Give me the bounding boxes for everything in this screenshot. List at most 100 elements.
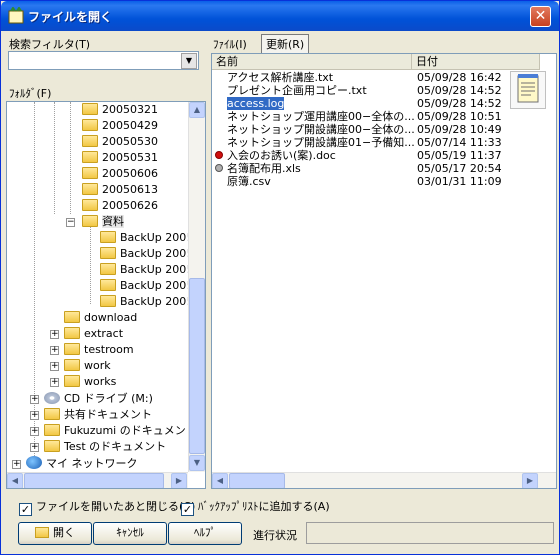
tree-item[interactable]: 20050530 — [82, 134, 158, 150]
gray-dot-icon — [215, 164, 223, 172]
tree-item[interactable]: 20050613 — [82, 182, 158, 198]
expand-icon[interactable]: + — [30, 427, 39, 436]
tree-item[interactable]: 20050321 — [82, 102, 158, 118]
folder-icon — [100, 295, 116, 307]
help-button[interactable]: ﾍﾙﾌﾟ — [168, 522, 242, 545]
expand-icon[interactable]: + — [30, 395, 39, 404]
chevron-down-icon[interactable]: ▼ — [181, 53, 197, 69]
cd-drive-icon — [44, 392, 60, 404]
file-menu[interactable]: ﾌｧｲﾙ(I) — [213, 36, 247, 52]
file-row[interactable]: 名簿配布用.xls 05/05/17 20:54 — [212, 162, 532, 175]
tree-item[interactable]: 共有ドキュメント — [44, 407, 152, 423]
file-row[interactable]: アクセス解析講座.txt 05/09/28 16:42 — [212, 71, 532, 84]
tree-item[interactable]: extract — [64, 326, 123, 342]
tree-item[interactable]: BackUp 200! — [100, 278, 191, 294]
notepad-icon — [510, 71, 546, 109]
tree-item[interactable]: 20050606 — [82, 166, 158, 182]
folder-icon — [82, 135, 98, 147]
expand-icon[interactable]: + — [30, 443, 39, 452]
tree-item[interactable]: CD ドライブ (M:) — [44, 391, 153, 407]
folder-icon — [64, 375, 80, 387]
expand-icon[interactable]: + — [50, 378, 59, 387]
file-list-horizontal-scrollbar[interactable]: ◀ ▶ — [212, 472, 556, 488]
tree-item[interactable]: testroom — [64, 342, 134, 358]
add-backup-checkbox[interactable]: ✓ — [181, 503, 194, 516]
tree-item[interactable]: works — [64, 374, 116, 390]
column-header-date[interactable]: 日付 — [412, 54, 540, 70]
close-button[interactable]: ✕ — [530, 6, 551, 27]
add-backup-option[interactable]: ✓ ﾊﾞｯｸｱｯﾌﾟﾘｽﾄに追加する(A) — [181, 498, 330, 516]
folder-icon — [82, 119, 98, 131]
tree-item[interactable]: BackUp 200! — [100, 246, 191, 262]
app-icon — [8, 7, 24, 24]
title-bar[interactable]: ファイルを開く ✕ — [1, 1, 559, 31]
collapse-icon[interactable]: − — [66, 218, 75, 227]
expand-icon[interactable]: + — [50, 362, 59, 371]
progress-bar — [306, 522, 554, 544]
folder-icon — [82, 183, 98, 195]
red-dot-icon — [215, 151, 223, 159]
expand-icon[interactable]: + — [30, 411, 39, 420]
tree-vertical-scrollbar[interactable]: ▲ ▼ — [188, 102, 205, 472]
tree-item[interactable]: マイ ネットワーク — [26, 456, 138, 472]
folder-icon — [82, 151, 98, 163]
tree-item[interactable]: Fukuzumi のドキュメント — [44, 423, 197, 439]
file-row[interactable]: 原簿.csv 03/01/31 11:09 — [212, 175, 532, 188]
folder-icon — [82, 103, 98, 115]
tree-line — [90, 224, 91, 304]
search-filter-combo[interactable]: ▼ — [8, 51, 199, 70]
file-list[interactable]: 名前 日付 アクセス解析講座.txt 05/09/28 16:42 プレゼント企画… — [211, 53, 557, 489]
file-row[interactable]: プレゼント企画用コピー.txt 05/09/28 14:52 — [212, 84, 532, 97]
tree-line — [54, 102, 55, 214]
tree-item[interactable]: BackUp 200! — [100, 262, 191, 278]
folder-icon — [100, 263, 116, 275]
folder-tree[interactable]: 20050321 20050429 20050530 20050531 2005… — [6, 101, 206, 489]
tree-item[interactable]: 20050531 — [82, 150, 158, 166]
scroll-thumb[interactable] — [24, 473, 164, 488]
file-row[interactable]: 入会のお誘い(案).doc 05/05/19 11:37 — [212, 149, 532, 162]
open-button[interactable]: 開く — [18, 522, 92, 545]
file-row[interactable]: ネットショップ開設講座01−予備知... 05/07/14 11:33 — [212, 136, 532, 149]
expand-icon[interactable]: + — [50, 346, 59, 355]
tree-horizontal-scrollbar[interactable]: ◀ ▶ — [7, 472, 188, 488]
open-folder-icon — [35, 527, 49, 538]
close-after-open-checkbox[interactable]: ✓ — [19, 503, 32, 516]
cancel-button[interactable]: ｷｬﾝｾﾙ — [93, 522, 167, 545]
folder-icon — [64, 359, 80, 371]
file-row-selected[interactable]: access.log 05/09/28 14:52 — [212, 97, 532, 110]
file-row[interactable]: ネットショップ開設講座00−全体の... 05/09/28 10:49 — [212, 123, 532, 136]
scroll-thumb[interactable] — [229, 473, 285, 488]
tree-item[interactable]: work — [64, 358, 111, 374]
search-filter-label: 検索フィルタ(T) — [9, 38, 91, 51]
close-after-open-option[interactable]: ✓ ファイルを開いたあと閉じる(C) — [19, 498, 195, 516]
scroll-left-icon[interactable]: ◀ — [7, 473, 23, 488]
tree-item[interactable]: 20050626 — [82, 198, 158, 214]
tree-item[interactable]: 20050429 — [82, 118, 158, 134]
expand-icon[interactable]: + — [12, 460, 21, 469]
tree-item[interactable]: Test のドキュメント — [44, 439, 166, 455]
tree-item[interactable]: 資料 — [82, 214, 124, 230]
folder-icon — [64, 311, 80, 323]
folder-label: ﾌｫﾙﾀﾞ(F) — [9, 87, 52, 100]
scroll-up-icon[interactable]: ▲ — [189, 102, 205, 118]
scroll-thumb[interactable] — [189, 278, 205, 454]
file-row[interactable]: ネットショップ運用講座00−全体の... 05/09/28 10:51 — [212, 110, 532, 123]
tree-item[interactable]: BackUp 200! — [100, 230, 191, 246]
shared-folder-icon — [44, 408, 60, 420]
folder-icon — [64, 327, 80, 339]
open-folder-icon — [82, 215, 98, 227]
expand-icon[interactable]: + — [50, 330, 59, 339]
column-header-name[interactable]: 名前 — [212, 54, 412, 70]
folder-icon — [82, 167, 98, 179]
folder-icon — [100, 231, 116, 243]
window-title: ファイルを開く — [28, 10, 113, 24]
scroll-right-icon[interactable]: ▶ — [171, 473, 187, 488]
tree-item[interactable]: download — [64, 310, 137, 326]
scroll-left-icon[interactable]: ◀ — [212, 473, 228, 488]
folder-icon — [82, 199, 98, 211]
tree-item[interactable]: BackUp 200! — [100, 294, 191, 310]
refresh-button[interactable]: 更新(R) — [261, 34, 310, 54]
progress-label: 進行状況 — [253, 529, 297, 542]
scroll-right-icon[interactable]: ▶ — [522, 473, 538, 488]
scroll-down-icon[interactable]: ▼ — [189, 455, 205, 471]
